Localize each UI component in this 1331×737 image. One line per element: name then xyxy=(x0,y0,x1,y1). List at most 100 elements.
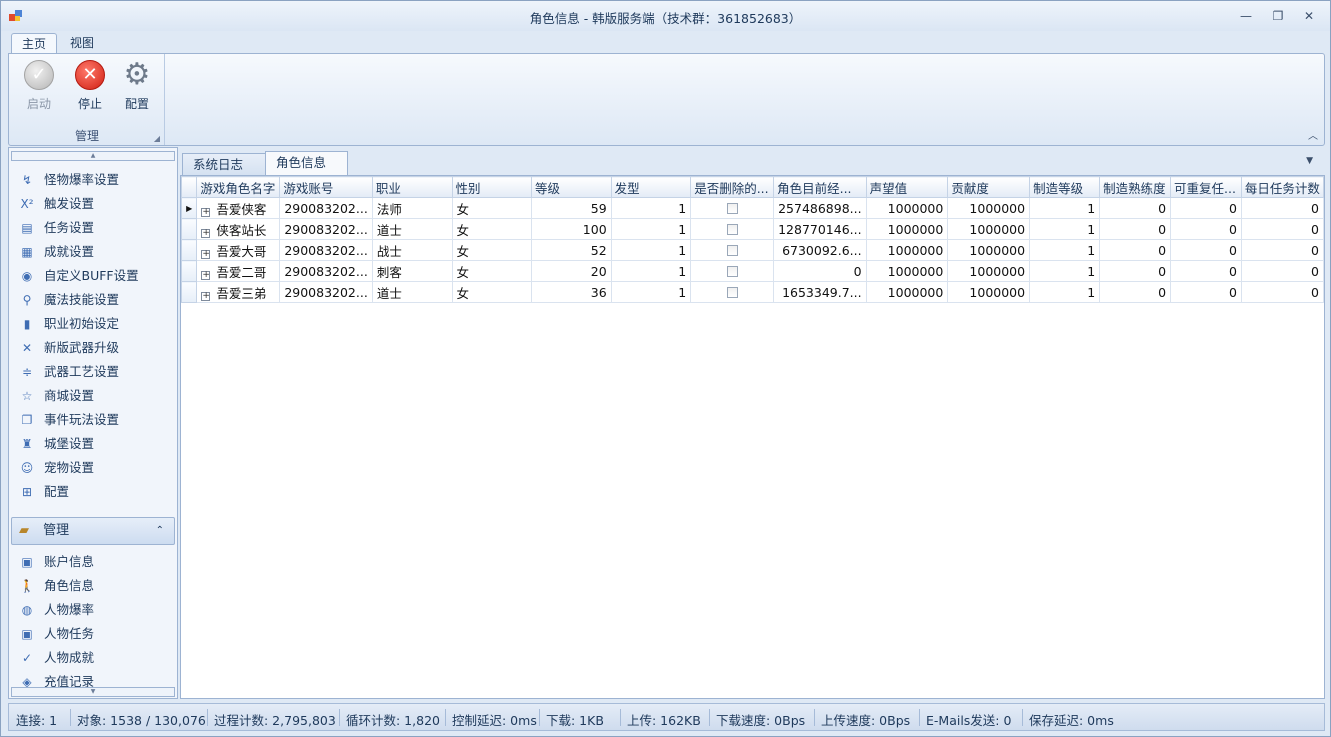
cell-craft-level[interactable]: 1 xyxy=(1029,218,1101,240)
column-header[interactable]: 游戏账号 xyxy=(279,176,373,198)
cell-daily-quest[interactable]: 0 xyxy=(1240,218,1325,240)
cell-daily-quest[interactable]: 0 xyxy=(1240,281,1325,303)
cell-account[interactable]: 290083202... xyxy=(279,281,373,303)
cell-job[interactable]: 道士 xyxy=(371,281,453,303)
nav-group-header-manage[interactable]: ▰ 管理 ⌃ xyxy=(11,517,175,545)
cell-deleted[interactable] xyxy=(690,218,775,240)
row-selector[interactable] xyxy=(180,281,198,303)
cell-gender[interactable]: 女 xyxy=(451,260,533,282)
sidebar-manage-item-4[interactable]: ✓ 人物成就 xyxy=(19,647,169,669)
cell-fame[interactable]: 1000000 xyxy=(865,239,949,261)
column-header[interactable]: 制造等级 xyxy=(1029,176,1101,198)
column-header[interactable]: 等级 xyxy=(531,176,612,198)
cell-craft-skill[interactable]: 0 xyxy=(1099,260,1172,282)
cell-hair[interactable]: 1 xyxy=(610,281,692,303)
cell-exp[interactable]: 257486898... xyxy=(773,197,867,219)
deleted-checkbox[interactable] xyxy=(726,265,738,277)
column-header[interactable]: 制造熟练度 xyxy=(1099,176,1172,198)
cell-contrib[interactable]: 1000000 xyxy=(947,239,1031,261)
expand-row-icon[interactable]: + xyxy=(201,291,211,301)
expand-row-icon[interactable]: + xyxy=(201,249,211,259)
expand-row-icon[interactable]: + xyxy=(201,207,211,217)
config-button[interactable]: ⚙ 配置 xyxy=(115,58,159,116)
cell-level[interactable]: 100 xyxy=(531,218,612,240)
cell-repeat-quest[interactable]: 0 xyxy=(1170,239,1242,261)
ribbon-tab-home[interactable]: 主页 xyxy=(11,33,58,54)
table-row[interactable]: + 吾爱二哥 290083202... 刺客女 20 1 0 1000000 1000000 1 0… xyxy=(180,260,1325,282)
column-header[interactable]: 可重复任... xyxy=(1170,176,1242,198)
cell-exp[interactable]: 128770146... xyxy=(773,218,867,240)
column-header[interactable]: 声望值 xyxy=(865,176,949,198)
sidebar-item-5[interactable]: ⚲ 魔法技能设置 xyxy=(19,289,169,311)
cell-name[interactable]: + 吾爱大哥 xyxy=(196,239,281,261)
cell-level[interactable]: 52 xyxy=(531,239,612,261)
table-row[interactable]: ▶ + 吾爱侠客 290083202... 法师女 59 1 257486898... 1000… xyxy=(180,197,1325,219)
cell-fame[interactable]: 1000000 xyxy=(865,197,949,219)
cell-craft-level[interactable]: 1 xyxy=(1029,197,1101,219)
cell-gender[interactable]: 女 xyxy=(451,239,533,261)
cell-craft-skill[interactable]: 0 xyxy=(1099,239,1172,261)
cell-exp[interactable]: 6730092.6... xyxy=(773,239,867,261)
sidebar-item-3[interactable]: ▦ 成就设置 xyxy=(19,241,169,263)
cell-fame[interactable]: 1000000 xyxy=(865,260,949,282)
cell-fame[interactable]: 1000000 xyxy=(865,218,949,240)
cell-daily-quest[interactable]: 0 xyxy=(1240,197,1325,219)
table-row[interactable]: + 吾爱大哥 290083202... 战士女 52 1 6730092.6... 10000… xyxy=(180,239,1325,261)
cell-job[interactable]: 法师 xyxy=(371,197,453,219)
cell-craft-skill[interactable]: 0 xyxy=(1099,281,1172,303)
column-header[interactable]: 发型 xyxy=(610,176,692,198)
expand-row-icon[interactable]: + xyxy=(201,228,211,238)
cell-job[interactable]: 战士 xyxy=(371,239,453,261)
sidebar-manage-item-0[interactable]: ▣ 账户信息 xyxy=(19,551,169,573)
cell-craft-skill[interactable]: 0 xyxy=(1099,218,1172,240)
cell-craft-skill[interactable]: 0 xyxy=(1099,197,1172,219)
cell-name[interactable]: + 吾爱侠客 xyxy=(196,197,281,219)
sidebar-item-11[interactable]: ♜ 城堡设置 xyxy=(19,433,169,455)
ribbon-collapse-icon[interactable]: ︿ xyxy=(1308,127,1318,142)
nav-scroll-up-button[interactable]: ▲ xyxy=(11,151,175,161)
cell-hair[interactable]: 1 xyxy=(610,197,692,219)
ribbon-tab-view[interactable]: 视图 xyxy=(60,33,104,54)
cell-account[interactable]: 290083202... xyxy=(279,197,373,219)
cell-level[interactable]: 59 xyxy=(531,197,612,219)
table-row[interactable]: + 吾爱三弟 290083202... 道士女 36 1 1653349.7... 10000… xyxy=(180,281,1325,303)
sidebar-item-13[interactable]: ⊞ 配置 xyxy=(19,481,169,503)
cell-hair[interactable]: 1 xyxy=(610,260,692,282)
sidebar-item-9[interactable]: ☆ 商城设置 xyxy=(19,385,169,407)
cell-craft-level[interactable]: 1 xyxy=(1029,281,1101,303)
deleted-checkbox[interactable] xyxy=(726,286,738,298)
cell-hair[interactable]: 1 xyxy=(610,218,692,240)
deleted-checkbox[interactable] xyxy=(726,244,738,256)
cell-deleted[interactable] xyxy=(690,239,775,261)
column-header[interactable]: 性别 xyxy=(451,176,533,198)
sidebar-item-1[interactable]: X² 触发设置 xyxy=(19,193,169,215)
deleted-checkbox[interactable] xyxy=(726,223,738,235)
sidebar-item-7[interactable]: ✕ 新版武器升级 xyxy=(19,337,169,359)
cell-contrib[interactable]: 1000000 xyxy=(947,260,1031,282)
expand-row-icon[interactable]: + xyxy=(201,270,211,280)
row-selector[interactable] xyxy=(180,218,198,240)
cell-account[interactable]: 290083202... xyxy=(279,239,373,261)
cell-gender[interactable]: 女 xyxy=(451,197,533,219)
cell-job[interactable]: 刺客 xyxy=(371,260,453,282)
column-header[interactable]: 角色目前经... xyxy=(773,176,867,198)
doc-tab-system-log[interactable]: 系统日志 xyxy=(182,153,266,176)
cell-daily-quest[interactable]: 0 xyxy=(1240,260,1325,282)
cell-repeat-quest[interactable]: 0 xyxy=(1170,218,1242,240)
cell-name[interactable]: + 侠客站长 xyxy=(196,218,281,240)
dialog-launcher-icon[interactable]: ◢ xyxy=(154,134,160,143)
sidebar-item-8[interactable]: ≑ 武器工艺设置 xyxy=(19,361,169,383)
cell-contrib[interactable]: 1000000 xyxy=(947,281,1031,303)
cell-repeat-quest[interactable]: 0 xyxy=(1170,260,1242,282)
column-header[interactable]: 游戏角色名字 xyxy=(196,176,281,198)
stop-button[interactable]: ✕ 停止 xyxy=(68,58,112,116)
sidebar-manage-item-1[interactable]: 🚶 角色信息 xyxy=(19,575,169,597)
row-selector[interactable] xyxy=(180,260,198,282)
cell-job[interactable]: 道士 xyxy=(371,218,453,240)
cell-gender[interactable]: 女 xyxy=(451,218,533,240)
cell-hair[interactable]: 1 xyxy=(610,239,692,261)
row-selector[interactable]: ▶ xyxy=(180,197,198,219)
sidebar-item-10[interactable]: ❐ 事件玩法设置 xyxy=(19,409,169,431)
cell-fame[interactable]: 1000000 xyxy=(865,281,949,303)
cell-contrib[interactable]: 1000000 xyxy=(947,218,1031,240)
